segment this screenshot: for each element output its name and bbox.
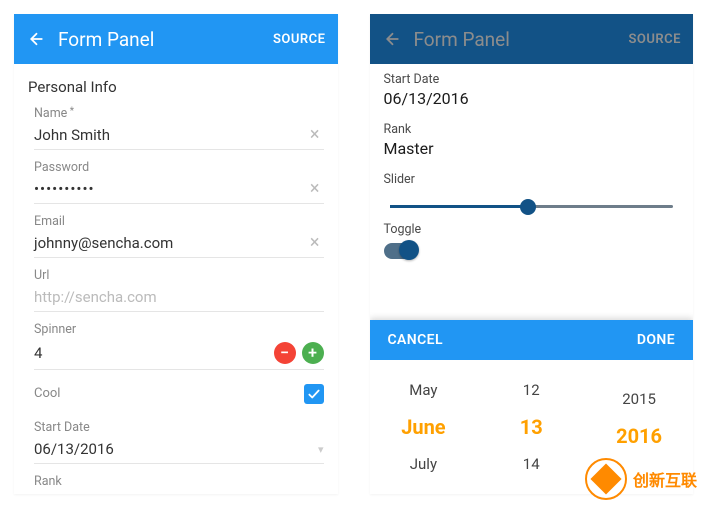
email-field: Email johnny@sencha.com × (34, 214, 324, 258)
email-input[interactable]: johnny@sencha.com (34, 234, 306, 252)
watermark: 创新互联 (585, 458, 697, 500)
clear-icon[interactable]: × (306, 234, 324, 252)
app-title: Form Panel (58, 28, 259, 51)
password-input[interactable]: •••••••••• (34, 180, 306, 198)
password-field: Password •••••••••• × (34, 160, 324, 204)
source-button: SOURCE (628, 32, 681, 47)
cool-field: Cool (34, 380, 324, 410)
day-option-selected[interactable]: 13 (520, 415, 543, 439)
start-date-label: Start Date (34, 420, 324, 435)
back-icon[interactable] (26, 30, 44, 48)
rank-label: Rank (34, 474, 324, 489)
year-option-selected[interactable]: 2016 (616, 424, 662, 448)
section-title: Personal Info (28, 78, 324, 96)
start-date-field: Start Date 06/13/2016 ▾ (34, 420, 324, 464)
rank-field: Rank Master (384, 122, 680, 158)
toggle-switch[interactable] (384, 243, 418, 259)
form-panel-screen: Form Panel SOURCE Personal Info Name Joh… (14, 14, 338, 494)
form-body-dimmed: Start Date 06/13/2016 Rank Master Slider… (370, 64, 694, 287)
appbar: Form Panel SOURCE (370, 14, 694, 64)
spinner-input[interactable]: 4 (34, 344, 274, 362)
password-label: Password (34, 160, 324, 175)
spinner-field: Spinner 4 − + (34, 322, 324, 370)
spinner-label: Spinner (34, 322, 324, 337)
name-input[interactable]: John Smith (34, 126, 306, 144)
cancel-button[interactable]: CANCEL (388, 332, 443, 348)
source-button[interactable]: SOURCE (273, 32, 326, 47)
cool-label: Cool (34, 386, 60, 401)
date-picker-screen: Form Panel SOURCE Start Date 06/13/2016 … (370, 14, 694, 494)
slider-label: Slider (384, 172, 680, 187)
month-column[interactable]: May June July (370, 360, 478, 494)
rank-field-left: Rank (34, 474, 324, 489)
form-body: Personal Info Name John Smith × Password… (14, 64, 338, 494)
clear-icon[interactable]: × (306, 180, 324, 198)
year-option[interactable]: 2015 (622, 390, 656, 408)
rank-value: Master (384, 139, 680, 158)
name-label: Name (34, 106, 324, 121)
email-label: Email (34, 214, 324, 229)
toggle-field: Toggle (384, 222, 680, 259)
url-field: Url http://sencha.com (34, 268, 324, 312)
slider-thumb[interactable] (520, 199, 536, 215)
rank-label: Rank (384, 122, 680, 137)
cool-checkbox[interactable] (304, 384, 324, 404)
back-icon (382, 30, 400, 48)
month-option[interactable]: July (410, 455, 437, 473)
spinner-minus-button[interactable]: − (274, 342, 296, 364)
month-option[interactable]: May (409, 381, 437, 399)
slider-track[interactable] (390, 205, 674, 208)
start-date-label: Start Date (384, 72, 680, 87)
day-option[interactable]: 14 (523, 455, 540, 473)
url-label: Url (34, 268, 324, 283)
url-input[interactable]: http://sencha.com (34, 288, 324, 306)
start-date-field: Start Date 06/13/2016 (384, 72, 680, 108)
toggle-thumb (399, 240, 419, 260)
spinner-plus-button[interactable]: + (302, 342, 324, 364)
slider-field: Slider (384, 172, 680, 208)
watermark-badge-icon (585, 458, 627, 500)
done-button[interactable]: DONE (637, 332, 675, 348)
watermark-text: 创新互联 (633, 467, 697, 491)
toggle-label: Toggle (384, 222, 680, 237)
month-option-selected[interactable]: June (401, 415, 445, 439)
app-title: Form Panel (414, 28, 615, 51)
name-field: Name John Smith × (34, 106, 324, 150)
start-date-value: 06/13/2016 (384, 89, 680, 108)
clear-icon[interactable]: × (306, 126, 324, 144)
start-date-input[interactable]: 06/13/2016 (34, 440, 318, 458)
day-column[interactable]: 12 13 14 (477, 360, 585, 494)
appbar: Form Panel SOURCE (14, 14, 338, 64)
chevron-down-icon: ▾ (318, 443, 324, 456)
day-option[interactable]: 12 (523, 381, 540, 399)
